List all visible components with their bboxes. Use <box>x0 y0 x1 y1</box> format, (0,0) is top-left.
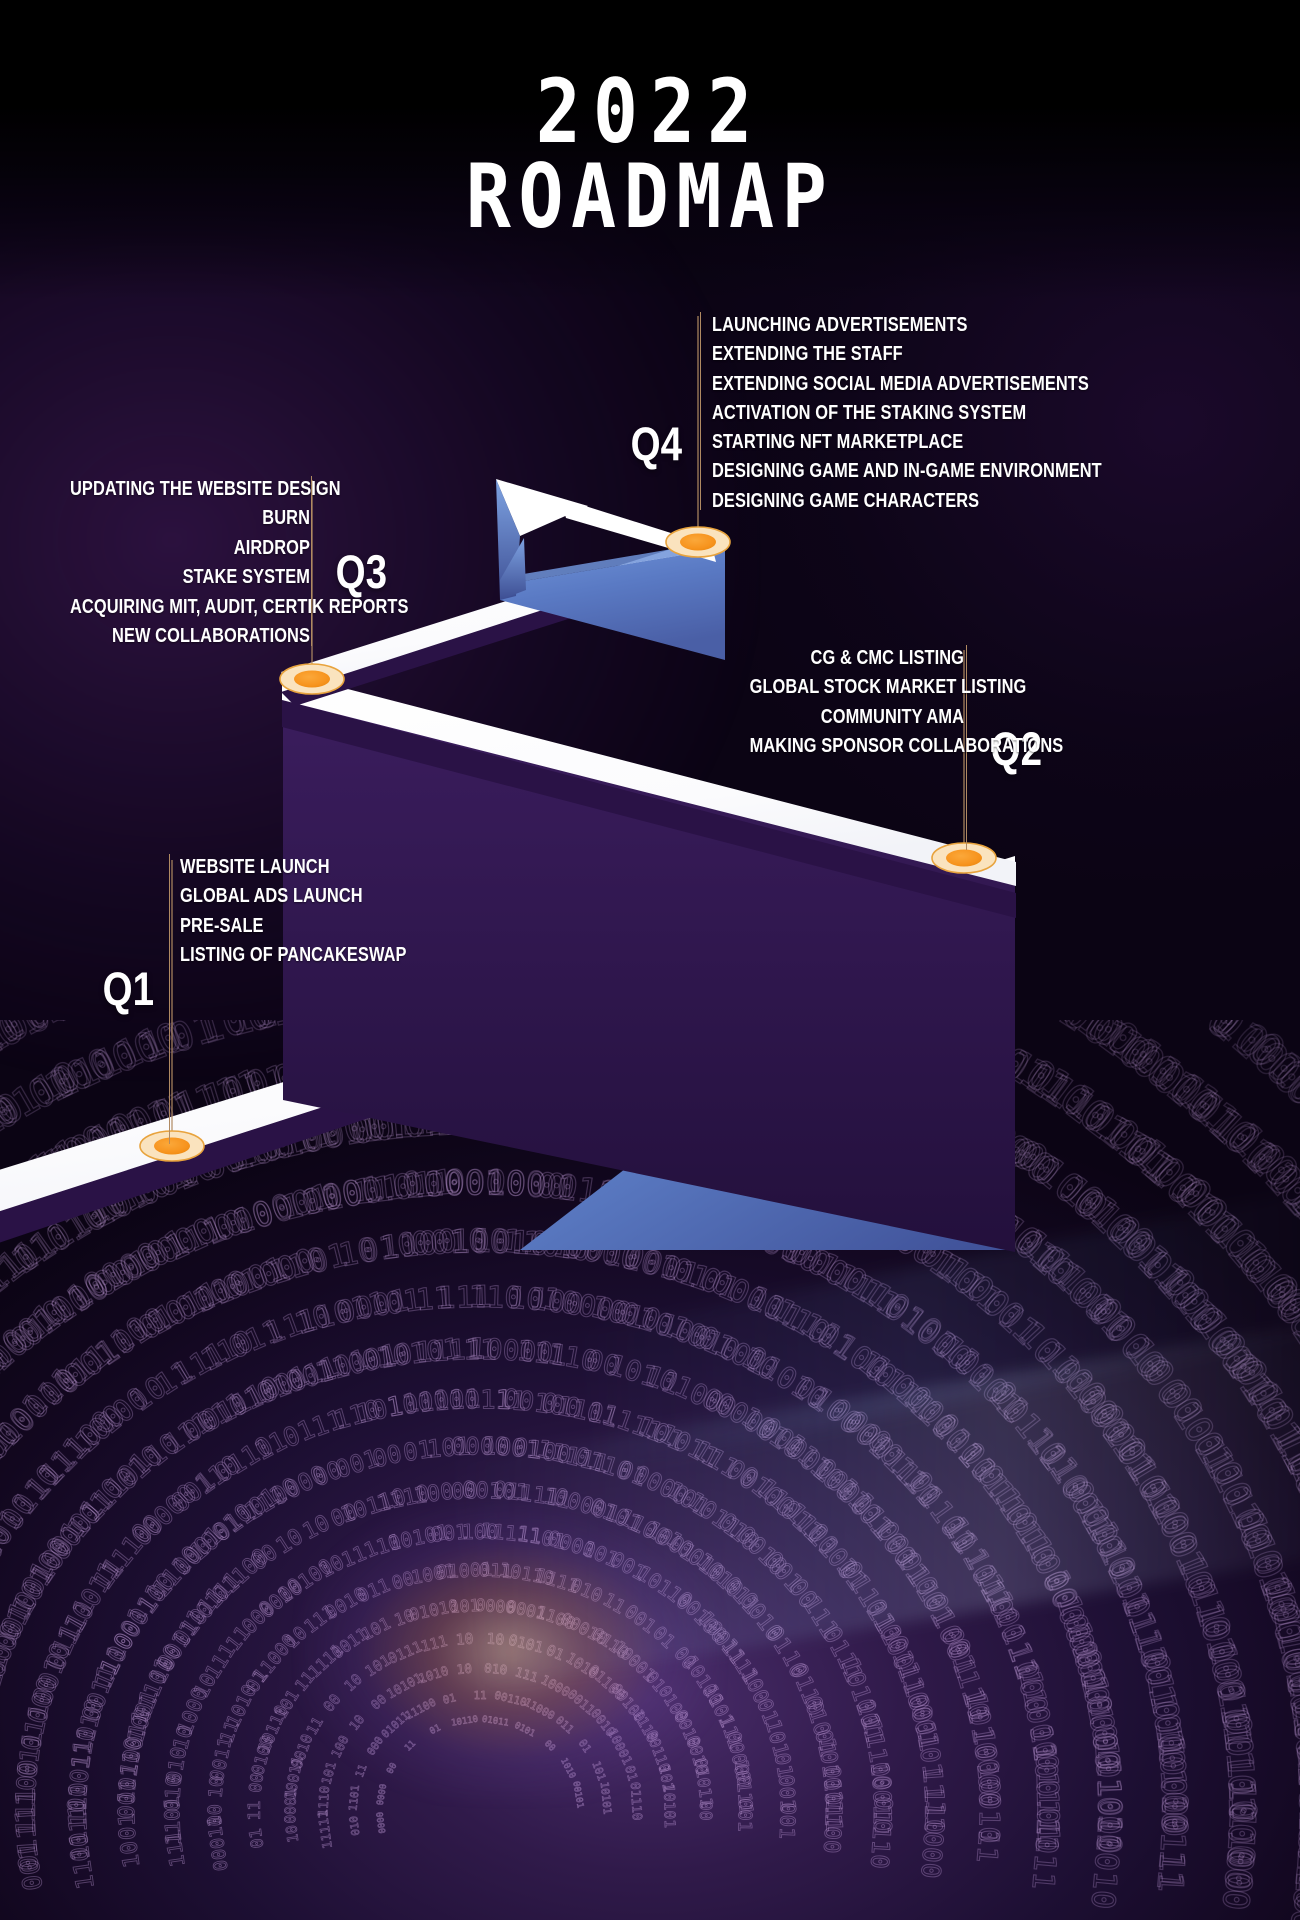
q2-item: COMMUNITY AMA <box>820 704 964 728</box>
q1-item: GLOBAL ADS LAUNCH <box>180 884 363 908</box>
q2-item: CG & CMC LISTING <box>810 646 964 669</box>
q2-item: GLOBAL STOCK MARKET LISTING <box>749 675 1027 699</box>
q4-item: EXTENDING SOCIAL MEDIA ADVERTISEMENTS <box>712 371 1089 395</box>
q3-item: STAKE SYSTEM <box>182 565 310 589</box>
q4-item-list: LAUNCHING ADVERTISEMENTS EXTENDING THE S… <box>712 310 1199 515</box>
q3-item-list: UPDATING THE WEBSITE DESIGN BURN AIRDROP… <box>10 474 409 650</box>
q1-divider-rule <box>169 854 170 1144</box>
q2-item: MAKING SPONSOR COLLABORATIONS <box>749 734 1064 758</box>
infographic-canvas: 0000000000110110110010110101001010001010… <box>0 0 1300 1920</box>
q2-item-list: CG & CMC LISTING GLOBAL STOCK MARKET LIS… <box>696 643 1064 761</box>
q3-item: UPDATING THE WEBSITE DESIGN <box>70 477 341 500</box>
q4-item: EXTENDING THE STAFF <box>712 342 903 366</box>
q4-divider-rule <box>700 312 701 510</box>
q1-item: LISTING OF PANCAKESWAP <box>180 943 407 967</box>
q3-label: Q3 <box>335 545 388 598</box>
q4-item: DESIGNING GAME CHARACTERS <box>712 488 980 512</box>
q3-divider-rule <box>311 476 312 646</box>
q1-item-list: WEBSITE LAUNCH GLOBAL ADS LAUNCH PRE-SAL… <box>180 852 463 970</box>
q3-item: AIRDROP <box>233 535 310 559</box>
q4-item: ACTIVATION OF THE STAKING SYSTEM <box>712 400 1027 424</box>
q4-item: DESIGNING GAME AND IN-GAME ENVIRONMENT <box>712 459 1102 483</box>
q3-item: ACQUIRING MIT, AUDIT, CERTIK REPORTS <box>70 594 409 618</box>
q1-item: PRE-SALE <box>180 913 264 937</box>
q1-item: WEBSITE LAUNCH <box>180 855 330 878</box>
q4-item: LAUNCHING ADVERTISEMENTS <box>712 313 968 336</box>
q1-label: Q1 <box>102 962 155 1015</box>
q4-item: STARTING NFT MARKETPLACE <box>712 430 964 454</box>
q3-item: BURN <box>262 506 310 530</box>
q4-label: Q4 <box>630 417 683 470</box>
q3-item: NEW COLLABORATIONS <box>112 624 310 648</box>
